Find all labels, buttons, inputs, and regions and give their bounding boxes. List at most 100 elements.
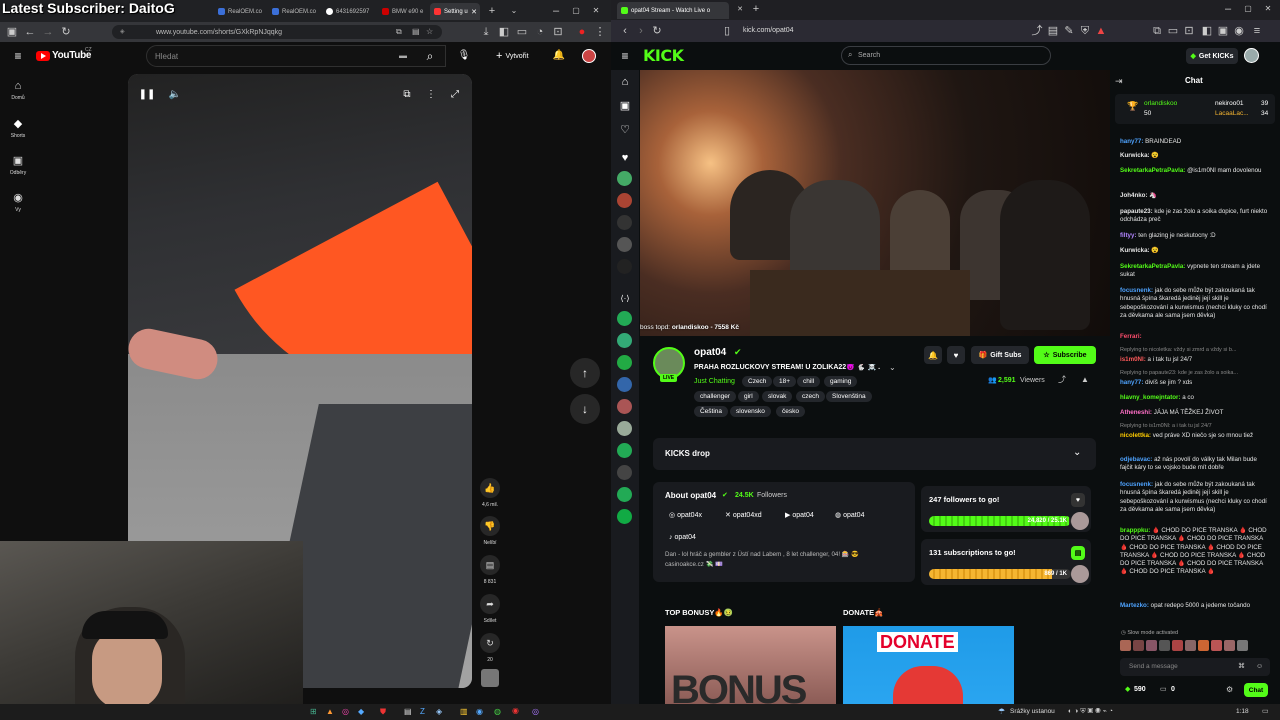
more-options-icon[interactable]: ⋮ xyxy=(424,88,438,102)
kick-tab[interactable]: opat04 Stream - Watch Live o xyxy=(617,2,729,19)
channel-avatar[interactable] xyxy=(617,193,632,208)
chat-username[interactable]: hlavny_komejntator: xyxy=(1120,394,1181,401)
create-button[interactable]: + Vytvořit xyxy=(496,48,529,64)
forward-icon[interactable]: → xyxy=(42,26,54,38)
chat-username[interactable]: Atheneshi: xyxy=(1120,409,1152,416)
menu-icon[interactable]: ≡ xyxy=(1251,25,1263,37)
chat-username[interactable]: focusnenk: xyxy=(1120,287,1153,294)
emote-icon[interactable] xyxy=(1198,640,1209,651)
dislike-action[interactable]: 👎 Nelíbí xyxy=(478,516,502,546)
url-field[interactable]: ◈ www.youtube.com/shorts/GXkRpNJqqkg ⧉ ▤… xyxy=(112,25,442,39)
download-icon[interactable]: ⤓ xyxy=(480,26,492,38)
sound-thumbnail[interactable] xyxy=(481,669,499,687)
share-icon[interactable]: ⤴ xyxy=(1058,376,1066,384)
emote-icon[interactable] xyxy=(1211,640,1222,651)
get-kicks-button[interactable]: ◆ Get KICKs xyxy=(1186,48,1238,64)
channel-avatar[interactable] xyxy=(617,465,632,480)
emote-icon[interactable] xyxy=(1159,640,1170,651)
search-icon[interactable]: ⌕ xyxy=(420,47,440,65)
profile-icon[interactable]: ◉ xyxy=(1233,25,1245,37)
sidebar-item-subscriptions[interactable]: ▣ Odběry xyxy=(0,154,36,176)
chat-username[interactable]: brapppku: xyxy=(1120,527,1150,534)
browser-tab[interactable]: RealOEM.co xyxy=(268,3,318,20)
channel-avatar[interactable] xyxy=(617,443,632,458)
discord-link[interactable]: ◍ opat04 xyxy=(835,512,864,519)
notification-center-icon[interactable]: ▭ xyxy=(1262,708,1269,715)
tag-chip[interactable]: czech xyxy=(796,391,825,402)
emote-icon[interactable] xyxy=(1237,640,1248,651)
comments-action[interactable]: ▤ 8 831 xyxy=(478,555,502,585)
share-action[interactable]: ➦ Sdílet xyxy=(478,594,502,624)
taskbar-app-icon[interactable]: ◎ xyxy=(342,708,349,716)
volume-icon[interactable]: 🔈 xyxy=(168,88,182,102)
browser-tab[interactable]: 6431692597 xyxy=(322,3,377,20)
hamburger-menu-icon[interactable]: ≡ xyxy=(619,50,631,62)
tag-chip[interactable]: 18+ xyxy=(773,376,797,387)
tag-chip[interactable]: girl xyxy=(738,391,759,402)
notifications-button[interactable]: 🔔 xyxy=(924,346,942,364)
brave-icon[interactable]: ▲ xyxy=(1095,25,1107,37)
back-icon[interactable]: ← xyxy=(24,26,36,38)
command-icon[interactable]: ⌘ xyxy=(1238,663,1245,670)
history-icon[interactable]: ◔ xyxy=(534,26,546,38)
tag-chip[interactable]: Czech xyxy=(742,376,773,387)
channel-avatar[interactable] xyxy=(617,487,632,502)
taskbar-app-icon[interactable]: ◆ xyxy=(358,708,364,716)
tag-chip[interactable]: gaming xyxy=(824,376,858,387)
channel-points[interactable]: 0 xyxy=(1171,686,1175,693)
previous-short-button[interactable]: ↑ xyxy=(570,358,600,388)
sidebar-icon[interactable]: ◧ xyxy=(1201,25,1213,37)
kicks-drop-panel[interactable]: KICKS drop ⌄ xyxy=(653,438,1096,470)
emote-icon[interactable] xyxy=(1172,640,1183,651)
forward-icon[interactable]: › xyxy=(635,25,647,37)
url-text[interactable]: kick.com/opat04 xyxy=(743,27,794,34)
taskbar-app-icon[interactable]: ◍ xyxy=(494,708,501,716)
tag-chip[interactable]: Slovenština xyxy=(826,391,872,402)
emote-icon[interactable] xyxy=(1185,640,1196,651)
channel-avatar[interactable] xyxy=(617,355,632,370)
top-gifter-name[interactable]: nekiroo01 xyxy=(1215,100,1244,108)
browse-icon[interactable]: ▣ xyxy=(619,100,631,112)
sidebar-item-home[interactable]: ⌂ Domů xyxy=(0,80,36,101)
followed-channels-icon[interactable]: ♥ xyxy=(619,152,631,164)
chat-username[interactable]: is1m0Nl: xyxy=(1120,356,1146,363)
expand-title-icon[interactable]: ⌄ xyxy=(889,364,896,372)
extensions-icon[interactable]: ⧉ xyxy=(1151,25,1163,37)
tag-chip[interactable]: Čeština xyxy=(694,406,729,417)
minimize-icon[interactable]: – xyxy=(550,5,562,17)
chat-username[interactable]: hany77: xyxy=(1120,138,1143,145)
chat-message-input[interactable]: Send a message ⌘ ☺ xyxy=(1120,658,1270,676)
chat-username[interactable]: Ferrari: xyxy=(1120,333,1142,340)
maximize-icon[interactable]: ▢ xyxy=(570,5,582,17)
translate-icon[interactable]: ▤ xyxy=(1047,25,1059,37)
emote-icon[interactable] xyxy=(1120,640,1131,651)
kick-search-input[interactable]: ⌕ Search xyxy=(841,46,1051,65)
tag-chip[interactable]: slovensko xyxy=(730,406,771,417)
instagram-link[interactable]: ◎ opat04x xyxy=(669,512,702,519)
chat-username[interactable]: nicolettka: xyxy=(1120,432,1151,439)
top-gifter-name[interactable]: orlandiskoo xyxy=(1144,100,1177,108)
user-avatar[interactable] xyxy=(1244,48,1259,63)
notifications-bell-icon[interactable]: 🔔 xyxy=(552,48,566,64)
youtube-link[interactable]: ▶ opat04 xyxy=(785,512,814,519)
translate-icon[interactable]: ▤ xyxy=(412,28,420,36)
close-tab-icon[interactable]: ✕ xyxy=(471,8,477,16)
menu-icon[interactable]: ⋮ xyxy=(594,26,606,38)
chat-username[interactable]: odjebavac: xyxy=(1120,456,1152,463)
new-tab-icon[interactable]: + xyxy=(486,5,498,17)
back-icon[interactable]: ‹ xyxy=(619,25,631,37)
sidebar-item-you[interactable]: ◉ Vy xyxy=(0,191,36,213)
kicks-balance[interactable]: 590 xyxy=(1134,686,1146,693)
pause-icon[interactable]: ❚❚ xyxy=(139,88,156,102)
kick-stream-player[interactable]: boss topd: orlandiskoo - 7558 Kč xyxy=(640,70,1110,336)
screenshot-icon[interactable]: ⊡ xyxy=(552,26,564,38)
next-short-button[interactable]: ↓ xyxy=(570,394,600,424)
channel-avatar[interactable] xyxy=(617,377,632,392)
microphone-icon[interactable]: 🎙 xyxy=(456,47,472,65)
close-window-icon[interactable]: ✕ xyxy=(590,5,602,17)
hamburger-menu-icon[interactable]: ≡ xyxy=(12,50,24,62)
bonus-panel-image[interactable]: BONUS xyxy=(665,626,836,704)
windows-start-icon[interactable]: ⊞ xyxy=(310,708,317,716)
channel-avatar[interactable] xyxy=(617,215,632,230)
tag-chip[interactable]: challenger xyxy=(694,391,736,402)
